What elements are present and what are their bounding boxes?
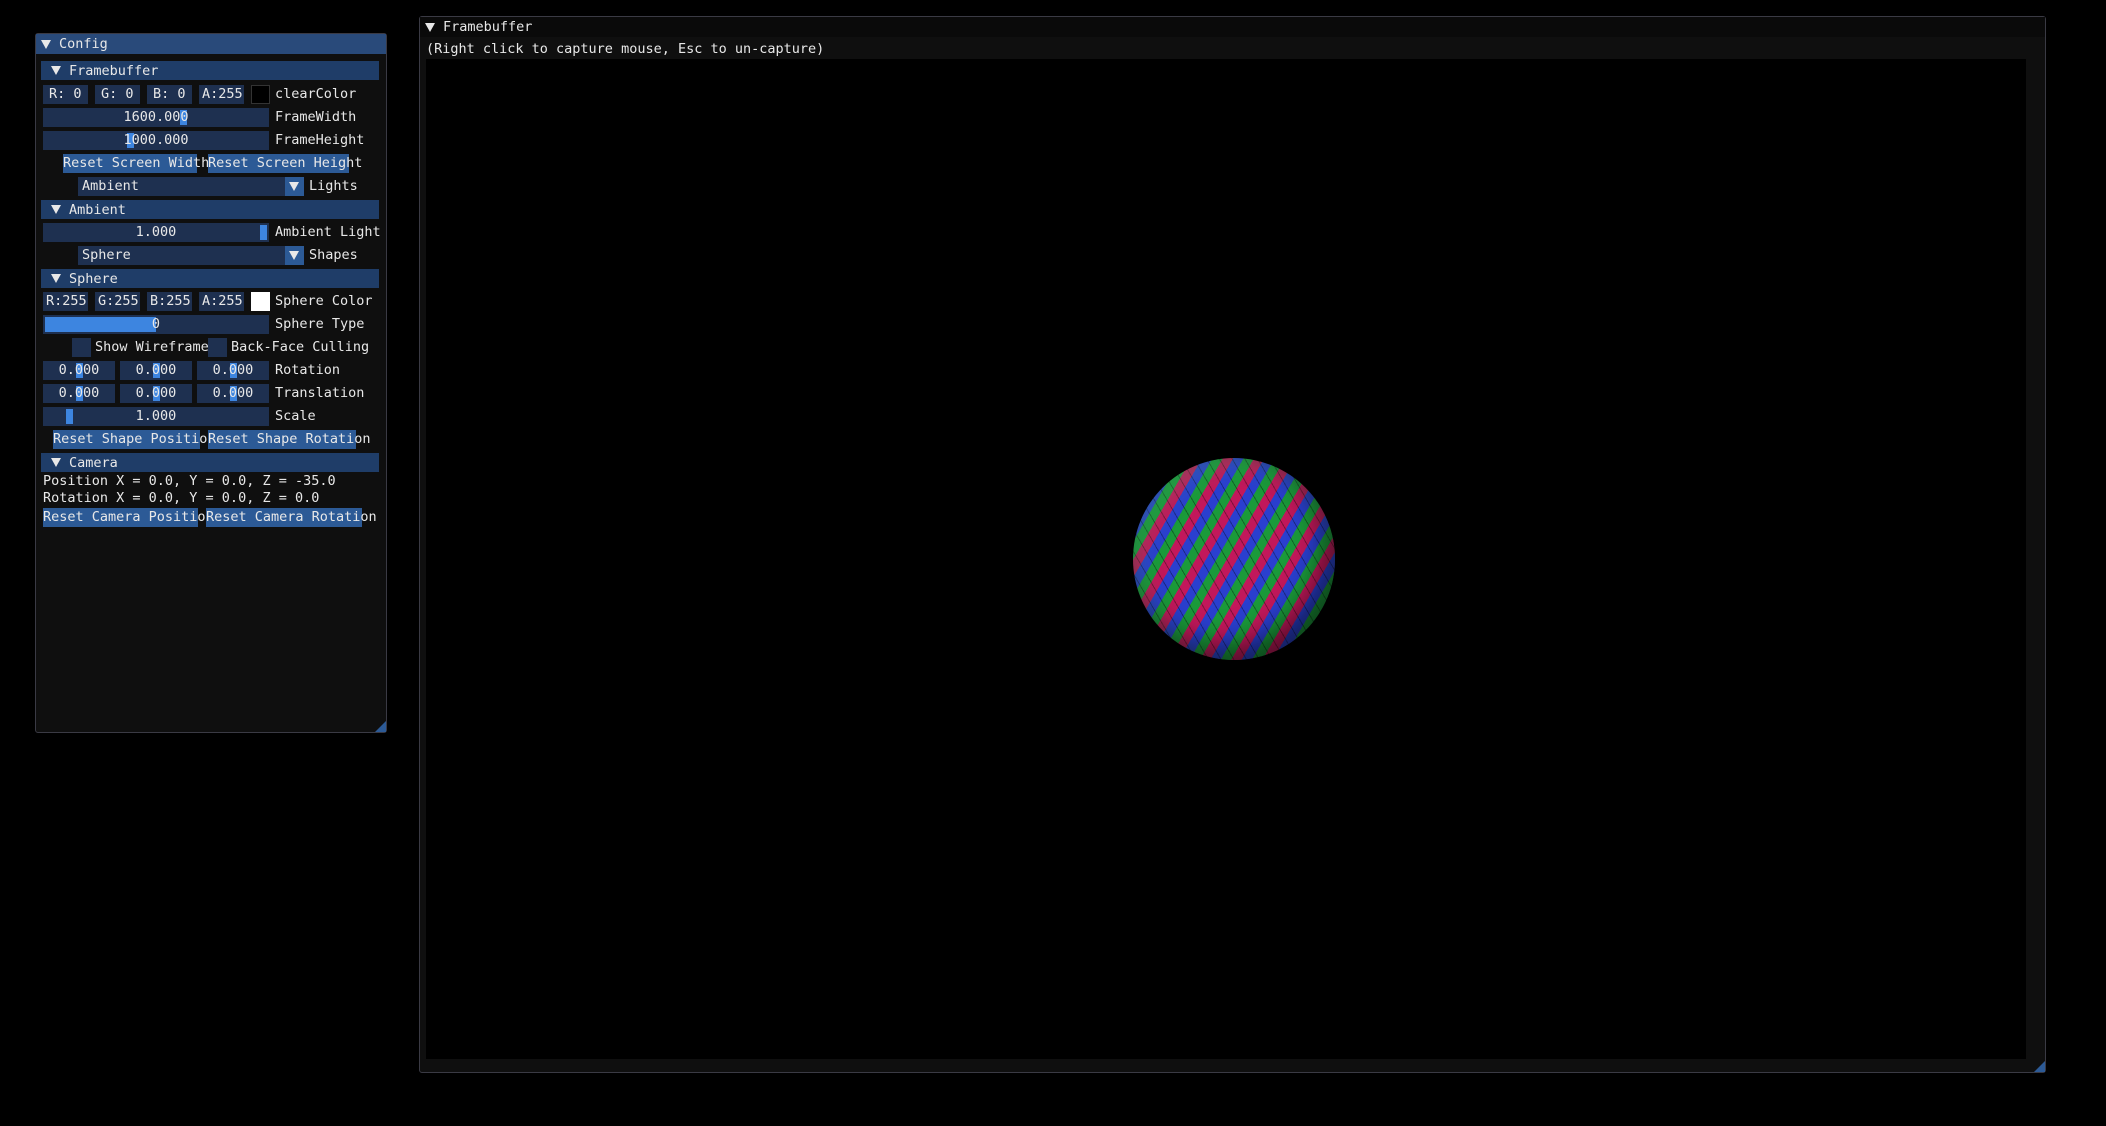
frame-width-slider[interactable]: 1600.000 xyxy=(43,108,269,127)
shapes-combo-value: Sphere xyxy=(82,247,131,263)
frame-width-label: FrameWidth xyxy=(275,109,357,125)
translation-label: Translation xyxy=(275,385,365,401)
reset-screen-height-button[interactable]: Reset Screen Height xyxy=(208,154,362,173)
sphere-header-label: Sphere xyxy=(69,270,118,287)
frame-height-value: 1000.000 xyxy=(123,132,189,148)
clear-color-r[interactable]: R: 0 xyxy=(43,85,88,104)
ambient-light-slider[interactable]: 1.000 xyxy=(43,223,269,242)
scale-slider[interactable]: 1.000 xyxy=(43,407,269,426)
collapse-arrow-icon[interactable] xyxy=(425,22,435,32)
shapes-label: Shapes xyxy=(309,247,358,263)
clear-color-g[interactable]: G: 0 xyxy=(95,85,140,104)
chevron-down-icon[interactable] xyxy=(285,246,304,265)
framebuffer-title: Framebuffer xyxy=(443,19,533,35)
framebuffer-title-bar[interactable]: Framebuffer xyxy=(420,17,2045,37)
rotation-x-value: 0.000 xyxy=(58,362,100,378)
translation-x-value: 0.000 xyxy=(58,385,100,401)
clear-color-swatch[interactable] xyxy=(251,85,270,104)
sphere-color-swatch[interactable] xyxy=(251,292,270,311)
translation-z-value: 0.000 xyxy=(212,385,254,401)
sphere-color-b[interactable]: B:255 xyxy=(147,292,192,311)
translation-z-drag[interactable]: 0.000 xyxy=(197,384,269,403)
capture-hint: (Right click to capture mouse, Esc to un… xyxy=(426,41,825,57)
sphere-type-label: Sphere Type xyxy=(275,316,365,332)
back-face-culling-label: Back-Face Culling xyxy=(231,339,370,355)
rotation-y-drag[interactable]: 0.000 xyxy=(120,361,192,380)
frame-width-value: 1600.000 xyxy=(123,109,189,125)
ambient-light-label: Ambient Light xyxy=(275,224,381,240)
camera-rotation-text: Rotation X = 0.0, Y = 0.0, Z = 0.0 xyxy=(43,490,320,506)
clear-color-a[interactable]: A:255 xyxy=(199,85,244,104)
reset-screen-width-button[interactable]: Reset Screen Width xyxy=(63,154,209,173)
back-face-culling-checkbox[interactable] xyxy=(208,338,227,357)
frame-height-slider[interactable]: 1000.000 xyxy=(43,131,269,150)
rotation-label: Rotation xyxy=(275,362,341,378)
rotation-x-drag[interactable]: 0.000 xyxy=(43,361,115,380)
rendered-sphere xyxy=(1133,458,1335,660)
framebuffer-header[interactable]: Framebuffer xyxy=(41,61,379,80)
resize-grip-icon[interactable] xyxy=(2034,1061,2045,1072)
ambient-header-label: Ambient xyxy=(69,201,126,218)
show-wireframe-checkbox[interactable] xyxy=(72,338,91,357)
collapse-arrow-icon[interactable] xyxy=(51,458,61,467)
config-window: Config Framebuffer R: 0 G: 0 B: 0 A:255 … xyxy=(35,33,387,733)
scale-label: Scale xyxy=(275,408,316,424)
resize-grip-icon[interactable] xyxy=(375,721,386,732)
ambient-header[interactable]: Ambient xyxy=(41,200,379,219)
rotation-z-value: 0.000 xyxy=(212,362,254,378)
translation-y-drag[interactable]: 0.000 xyxy=(120,384,192,403)
chevron-down-icon[interactable] xyxy=(285,177,304,196)
sphere-color-a[interactable]: A:255 xyxy=(199,292,244,311)
rotation-z-drag[interactable]: 0.000 xyxy=(197,361,269,380)
collapse-arrow-icon[interactable] xyxy=(51,66,61,75)
lights-combo[interactable]: Ambient xyxy=(78,177,304,196)
camera-header-label: Camera xyxy=(69,454,118,471)
translation-x-drag[interactable]: 0.000 xyxy=(43,384,115,403)
collapse-arrow-icon[interactable] xyxy=(41,39,51,49)
render-viewport[interactable] xyxy=(426,59,2026,1059)
frame-height-label: FrameHeight xyxy=(275,132,365,148)
sphere-color-label: Sphere Color xyxy=(275,293,373,309)
sphere-header[interactable]: Sphere xyxy=(41,269,379,288)
sphere-type-slider[interactable]: 0 xyxy=(43,315,269,334)
scale-value: 1.000 xyxy=(135,408,177,424)
rotation-y-value: 0.000 xyxy=(135,362,177,378)
reset-shape-rotation-button[interactable]: Reset Shape Rotation xyxy=(208,430,371,449)
collapse-arrow-icon[interactable] xyxy=(51,274,61,283)
sphere-color-r[interactable]: R:255 xyxy=(43,292,88,311)
reset-shape-position-button[interactable]: Reset Shape Position xyxy=(53,430,216,449)
camera-header[interactable]: Camera xyxy=(41,453,379,472)
config-title-bar[interactable]: Config xyxy=(36,34,386,54)
sphere-color-g[interactable]: G:255 xyxy=(95,292,140,311)
show-wireframe-label: Show Wireframe xyxy=(95,339,209,355)
translation-y-value: 0.000 xyxy=(135,385,177,401)
ambient-light-value: 1.000 xyxy=(135,224,177,240)
reset-camera-rotation-button[interactable]: Reset Camera Rotation xyxy=(206,508,377,527)
sphere-type-value: 0 xyxy=(151,316,161,332)
framebuffer-header-label: Framebuffer xyxy=(69,62,159,79)
framebuffer-window: Framebuffer (Right click to capture mous… xyxy=(419,16,2046,1073)
config-title: Config xyxy=(59,36,108,52)
reset-camera-position-button[interactable]: Reset Camera Position xyxy=(43,508,214,527)
collapse-arrow-icon[interactable] xyxy=(51,205,61,214)
shapes-combo[interactable]: Sphere xyxy=(78,246,304,265)
lights-combo-value: Ambient xyxy=(82,178,139,194)
clear-color-label: clearColor xyxy=(275,86,357,102)
lights-label: Lights xyxy=(309,178,358,194)
clear-color-b[interactable]: B: 0 xyxy=(147,85,192,104)
